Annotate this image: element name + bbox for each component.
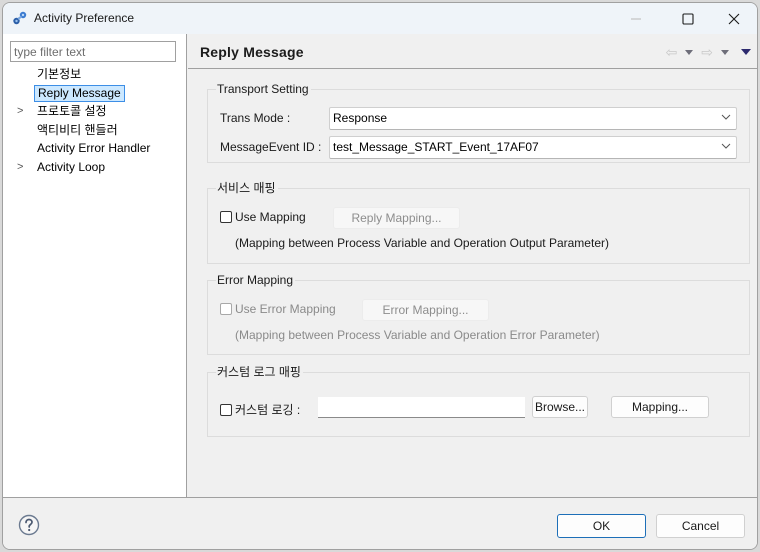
minimize-icon — [631, 18, 641, 19]
reply-mapping-button[interactable]: Reply Mapping... — [333, 207, 460, 229]
chevron-right-icon[interactable]: > — [17, 158, 27, 176]
checkbox-box[interactable] — [220, 403, 232, 416]
filter-input[interactable] — [10, 41, 176, 62]
use-mapping-checkbox[interactable]: Use Mapping — [220, 210, 306, 224]
title-bar: Activity Preference — [3, 3, 757, 34]
maximize-button[interactable] — [665, 3, 711, 34]
use-error-mapping-checkbox[interactable]: Use Error Mapping — [220, 302, 336, 316]
back-history-dropdown-icon[interactable] — [685, 49, 694, 55]
use-error-mapping-label: Use Error Mapping — [235, 302, 336, 316]
message-event-id-label: MessageEvent ID : — [220, 140, 322, 154]
custom-logging-label: 커스텀 로깅 : — [235, 403, 301, 417]
chevron-down-icon — [721, 114, 731, 120]
mapping-button[interactable]: Mapping... — [611, 396, 709, 418]
close-button[interactable] — [711, 3, 757, 34]
service-mapping-group: 서비스 매핑 Use Mapping Reply Mapping... (Map… — [207, 180, 750, 264]
close-icon — [728, 13, 740, 24]
tree-item-label: 기본정보 — [37, 67, 82, 81]
group-title: 서비스 매핑 — [216, 180, 278, 196]
view-menu-icon[interactable] — [741, 49, 751, 55]
error-mapping-group: Error Mapping Use Error Mapping Error Ma… — [207, 272, 750, 355]
activity-preference-dialog: Activity Preference 기본정보 Reply Message >… — [2, 2, 758, 550]
preference-tree: 기본정보 Reply Message > 프로토콜 설정 액티비티 핸들러 Ac… — [3, 65, 187, 176]
trans-mode-select[interactable]: Response — [329, 107, 737, 130]
help-icon[interactable] — [18, 514, 40, 536]
tree-item-activity-handler[interactable]: 액티비티 핸들러 — [3, 121, 187, 140]
tree-item-label: 액티비티 핸들러 — [37, 122, 118, 137]
message-event-id-value: test_Message_START_Event_17AF07 — [333, 140, 539, 154]
tree-item-activity-loop[interactable]: > Activity Loop — [3, 158, 187, 177]
chevron-down-icon — [721, 143, 731, 149]
ok-button[interactable]: OK — [557, 514, 646, 538]
group-title: 커스텀 로그 매핑 — [216, 364, 303, 380]
error-mapping-button[interactable]: Error Mapping... — [362, 299, 489, 321]
message-event-id-select[interactable]: test_Message_START_Event_17AF07 — [329, 136, 737, 159]
tree-item-basic-info[interactable]: 기본정보 — [3, 65, 187, 84]
use-mapping-label: Use Mapping — [235, 210, 306, 224]
trans-mode-value: Response — [333, 111, 388, 125]
service-mapping-note: (Mapping between Process Variable and Op… — [235, 236, 609, 250]
page-title: Reply Message — [200, 44, 304, 60]
group-title: Transport Setting — [216, 81, 311, 97]
minimize-button[interactable] — [613, 3, 659, 34]
preference-tree-panel: 기본정보 Reply Message > 프로토콜 설정 액티비티 핸들러 Ac… — [3, 34, 187, 497]
window-title: Activity Preference — [34, 11, 135, 25]
group-title: Error Mapping — [216, 272, 296, 288]
error-mapping-note: (Mapping between Process Variable and Op… — [235, 328, 600, 342]
custom-logging-field[interactable] — [318, 397, 525, 418]
cancel-button[interactable]: Cancel — [656, 514, 745, 538]
trans-mode-label: Trans Mode : — [220, 111, 291, 125]
tree-item-label: Activity Loop — [37, 159, 106, 174]
custom-log-mapping-group: 커스텀 로그 매핑 커스텀 로깅 : Browse... Mapping... — [207, 364, 750, 437]
forward-history-dropdown-icon[interactable] — [721, 49, 729, 55]
forward-arrow-icon[interactable]: ⇨ — [701, 45, 713, 59]
tree-item-activity-error-handler[interactable]: Activity Error Handler — [3, 139, 187, 158]
dialog-footer: OK Cancel — [3, 497, 757, 549]
tree-item-label: 프로토콜 설정 — [37, 104, 107, 118]
checkbox-box[interactable] — [220, 211, 232, 223]
maximize-icon — [682, 12, 694, 25]
tree-item-label: Activity Error Handler — [37, 141, 151, 155]
back-arrow-icon[interactable]: ⇦ — [666, 45, 678, 59]
chevron-right-icon[interactable]: > — [17, 102, 27, 120]
browse-button[interactable]: Browse... — [532, 396, 588, 418]
activity-app-icon — [13, 11, 27, 25]
page-header: Reply Message ⇦ ⇨ — [188, 34, 757, 69]
custom-logging-checkbox[interactable]: 커스텀 로깅 : — [220, 401, 300, 418]
checkbox-box[interactable] — [220, 303, 232, 315]
tree-item-protocol-settings[interactable]: > 프로토콜 설정 — [3, 102, 187, 121]
tree-item-reply-message[interactable]: Reply Message — [3, 84, 187, 103]
page-navigation: ⇦ ⇨ — [666, 45, 751, 59]
transport-setting-group: Transport Setting Trans Mode : Response … — [207, 81, 750, 163]
preference-page: Reply Message ⇦ ⇨ Transport Setting Tran… — [188, 34, 757, 497]
tree-item-label: Reply Message — [34, 84, 125, 102]
